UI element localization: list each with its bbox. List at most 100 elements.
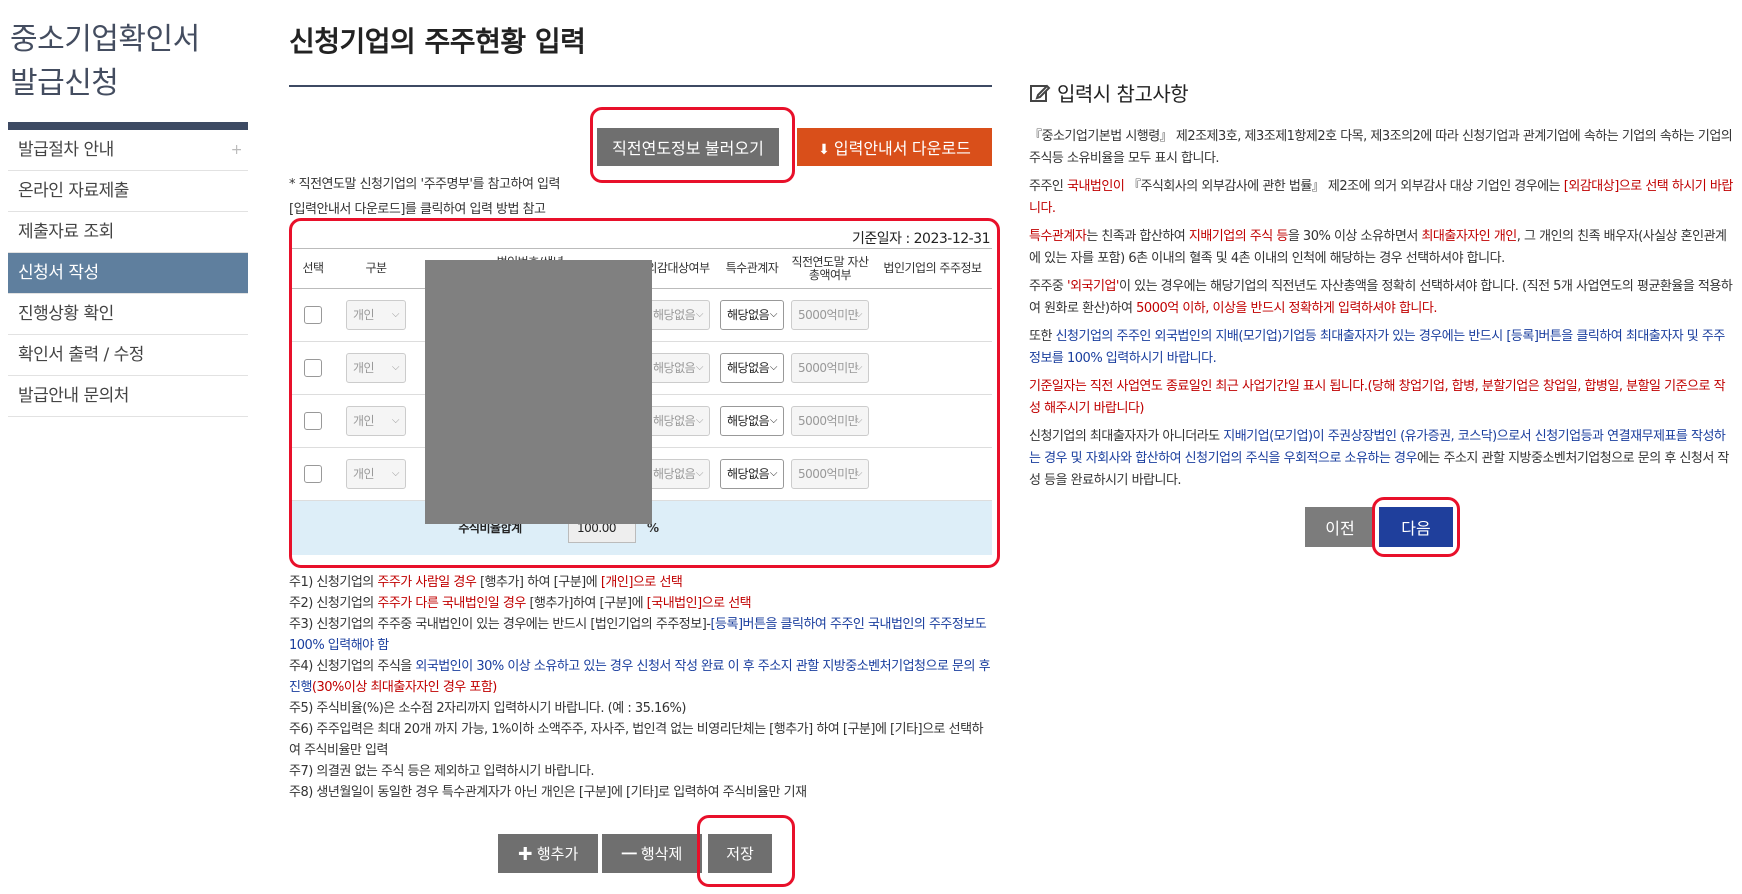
guide-download-button[interactable]: ⬇ 입력안내서 다운로드 — [797, 128, 992, 166]
title-divider — [289, 85, 992, 87]
prev-button[interactable]: 이전 — [1305, 507, 1375, 547]
add-row-label: 행추가 — [536, 846, 579, 863]
type-select[interactable]: 개인 ⌵ — [346, 459, 406, 489]
sidebar-item-label: 진행상황 확인 — [18, 304, 114, 324]
sidebar-item-label: 온라인 자료제출 — [18, 181, 129, 201]
add-row-button[interactable]: ✚ 행추가 — [498, 834, 598, 873]
reference-body: 『중소기업기본법 시행령』 제2조제3호, 제3조제1항제2호 다목, 제3조의… — [1029, 126, 1735, 492]
row-checkbox[interactable] — [304, 412, 322, 430]
chevron-down-icon: ⌵ — [854, 309, 863, 320]
note-item: 주6) 주주입력은 최대 20개 까지 가능, 1%이하 소액주주, 자사주, … — [289, 722, 984, 758]
special-select-value: 해당없음 — [727, 467, 770, 481]
type-select[interactable]: 개인 ⌵ — [346, 300, 406, 330]
assets-select[interactable]: 5000억미만 ⌵ — [791, 406, 869, 436]
assets-select-value: 5000억미만 — [798, 308, 859, 322]
save-button[interactable]: 저장 — [708, 834, 772, 873]
note-item: 주4) 신청기업의 주식을 외국법인이 30% 이상 소유하고 있는 경우 신청… — [289, 659, 991, 695]
assets-select[interactable]: 5000억미만 ⌵ — [791, 459, 869, 489]
note-item: 주3) 신청기업의 주주중 국내법인이 있는 경우에는 반드시 [법인기업의 주… — [289, 617, 987, 653]
sidebar-item-label: 제출자료 조회 — [18, 222, 114, 242]
notes-list: 주1) 신청기업의 주주가 사람일 경우 [행추가] 하여 [구분]에 [개인]… — [289, 572, 992, 803]
chevron-down-icon: ⌵ — [769, 415, 778, 426]
sidebar-item-label: 확인서 출력 / 수정 — [18, 345, 144, 365]
chevron-down-icon: ⌵ — [695, 362, 704, 373]
delete-row-button[interactable]: ━ 행삭제 — [602, 834, 702, 873]
reference-panel: 입력시 참고사항 『중소기업기본법 시행령』 제2조제3호, 제3조제1항제2호… — [1029, 80, 1735, 498]
plus-icon: ✚ — [517, 846, 537, 863]
special-relation-select[interactable]: 해당없음 ⌵ — [720, 406, 784, 436]
audit-select-value: 해당없음 — [653, 308, 696, 322]
col-header: 선택 — [289, 248, 337, 289]
special-select-value: 해당없음 — [727, 308, 770, 322]
ref-paragraph: 주주인 국내법인이 『주식회사의 외부감사에 관한 법률』 제2조에 의거 외부… — [1029, 179, 1733, 216]
row-checkbox[interactable] — [304, 465, 322, 483]
delete-row-label: 행삭제 — [640, 846, 683, 863]
chevron-down-icon: ⌵ — [854, 468, 863, 479]
ref-paragraph: 신청기업의 최대출자자가 아니더라도 지배기업(모기업)이 주권상장법인 (유가… — [1029, 429, 1729, 488]
type-select[interactable]: 개인 ⌵ — [346, 406, 406, 436]
chevron-down-icon: ⌵ — [391, 309, 400, 320]
assets-select-value: 5000억미만 — [798, 414, 859, 428]
sidebar-item-submission-lookup[interactable]: 제출자료 조회 — [8, 212, 248, 253]
note-item: 주8) 생년월일이 동일한 경우 특수관계자가 아닌 개인은 [구분]에 [기타… — [289, 785, 807, 800]
instruction-note-2: [입력안내서 다운로드]를 클릭하여 입력 방법 참고 — [289, 202, 546, 217]
type-select-value: 개인 — [353, 308, 375, 322]
audit-select[interactable]: 해당없음 ⌵ — [646, 300, 710, 330]
ref-paragraph: 특수관계자는 친족과 합산하여 지배기업의 주식 등을 30% 이상 소유하면서… — [1029, 229, 1727, 266]
col-header: 직전연도말 자산총액여부 — [787, 248, 873, 289]
chevron-down-icon: ⌵ — [769, 362, 778, 373]
type-select-value: 개인 — [353, 361, 375, 375]
chevron-down-icon: ⌵ — [391, 362, 400, 373]
chevron-down-icon: ⌵ — [769, 468, 778, 479]
download-icon: ⬇ — [818, 141, 830, 157]
audit-select[interactable]: 해당없음 ⌵ — [646, 459, 710, 489]
assets-select[interactable]: 5000억미만 ⌵ — [791, 300, 869, 330]
sidebar-item-progress[interactable]: 진행상황 확인 — [8, 294, 248, 335]
col-header: 구분 — [337, 248, 415, 289]
audit-select[interactable]: 해당없음 ⌵ — [646, 353, 710, 383]
col-header: 특수관계자 — [717, 248, 787, 289]
expand-plus-icon[interactable]: + — [231, 130, 243, 171]
type-select-value: 개인 — [353, 467, 375, 481]
sidebar-title-line2: 발급신청 — [10, 66, 119, 101]
edit-icon — [1029, 82, 1051, 111]
note-item: 주5) 주식비율(%)은 소수점 2자리까지 입력하시기 바랍니다. (예 : … — [289, 701, 686, 716]
page-title: 신청기업의 주주현황 입력 — [289, 25, 586, 58]
sidebar-item-application[interactable]: 신청서 작성 — [8, 253, 248, 294]
sidebar-item-procedure[interactable]: 발급절차 안내 + — [8, 130, 248, 171]
next-button[interactable]: 다음 — [1379, 507, 1453, 547]
assets-select[interactable]: 5000억미만 ⌵ — [791, 353, 869, 383]
special-relation-select[interactable]: 해당없음 ⌵ — [720, 353, 784, 383]
sidebar: 중소기업확인서 발급신청 발급절차 안내 + 온라인 자료제출 제출자료 조회 신… — [8, 18, 248, 417]
sidebar-item-contact[interactable]: 발급안내 문의처 — [8, 376, 248, 417]
ref-paragraph: 또한 신청기업의 주주인 외국법인의 지배(모기업)기업등 최대출자자가 있는 … — [1029, 329, 1725, 366]
special-select-value: 해당없음 — [727, 361, 770, 375]
redacted-block — [425, 260, 652, 524]
ref-paragraph: 기준일자는 직전 사업연도 종료일인 최근 사업기간일 표시 됩니다.(당해 창… — [1029, 379, 1726, 416]
instruction-note: * 직전연도말 신청기업의 '주주명부'를 참고하여 입력 — [289, 177, 560, 192]
chevron-down-icon: ⌵ — [695, 309, 704, 320]
assets-select-value: 5000억미만 — [798, 467, 859, 481]
audit-select-value: 해당없음 — [653, 361, 696, 375]
chevron-down-icon: ⌵ — [391, 415, 400, 426]
sidebar-item-label: 발급안내 문의처 — [18, 386, 129, 406]
type-select[interactable]: 개인 ⌵ — [346, 353, 406, 383]
ref-paragraph: 『중소기업기본법 시행령』 제2조제3호, 제3조제1항제2호 다목, 제3조의… — [1029, 129, 1733, 166]
sidebar-item-online-submit[interactable]: 온라인 자료제출 — [8, 171, 248, 212]
chevron-down-icon: ⌵ — [695, 468, 704, 479]
col-header: 법인기업의 주주정보 — [873, 248, 992, 289]
chevron-down-icon: ⌵ — [854, 415, 863, 426]
sidebar-divider — [8, 122, 248, 130]
row-checkbox[interactable] — [304, 359, 322, 377]
special-relation-select[interactable]: 해당없음 ⌵ — [720, 459, 784, 489]
special-relation-select[interactable]: 해당없음 ⌵ — [720, 300, 784, 330]
audit-select[interactable]: 해당없음 ⌵ — [646, 406, 710, 436]
type-select-value: 개인 — [353, 414, 375, 428]
chevron-down-icon: ⌵ — [854, 362, 863, 373]
chevron-down-icon: ⌵ — [769, 309, 778, 320]
note-item: 주7) 의결권 없는 주식 등은 제외하고 입력하시기 바랍니다. — [289, 764, 594, 779]
row-checkbox[interactable] — [304, 306, 322, 324]
load-previous-year-button[interactable]: 직전연도정보 불러오기 — [597, 128, 779, 166]
sidebar-item-print-edit[interactable]: 확인서 출력 / 수정 — [8, 335, 248, 376]
shareholder-grid: 기준일자 : 2023-12-31 선택 구분 기업명/이름 법인번호/생년월일… — [289, 218, 992, 562]
